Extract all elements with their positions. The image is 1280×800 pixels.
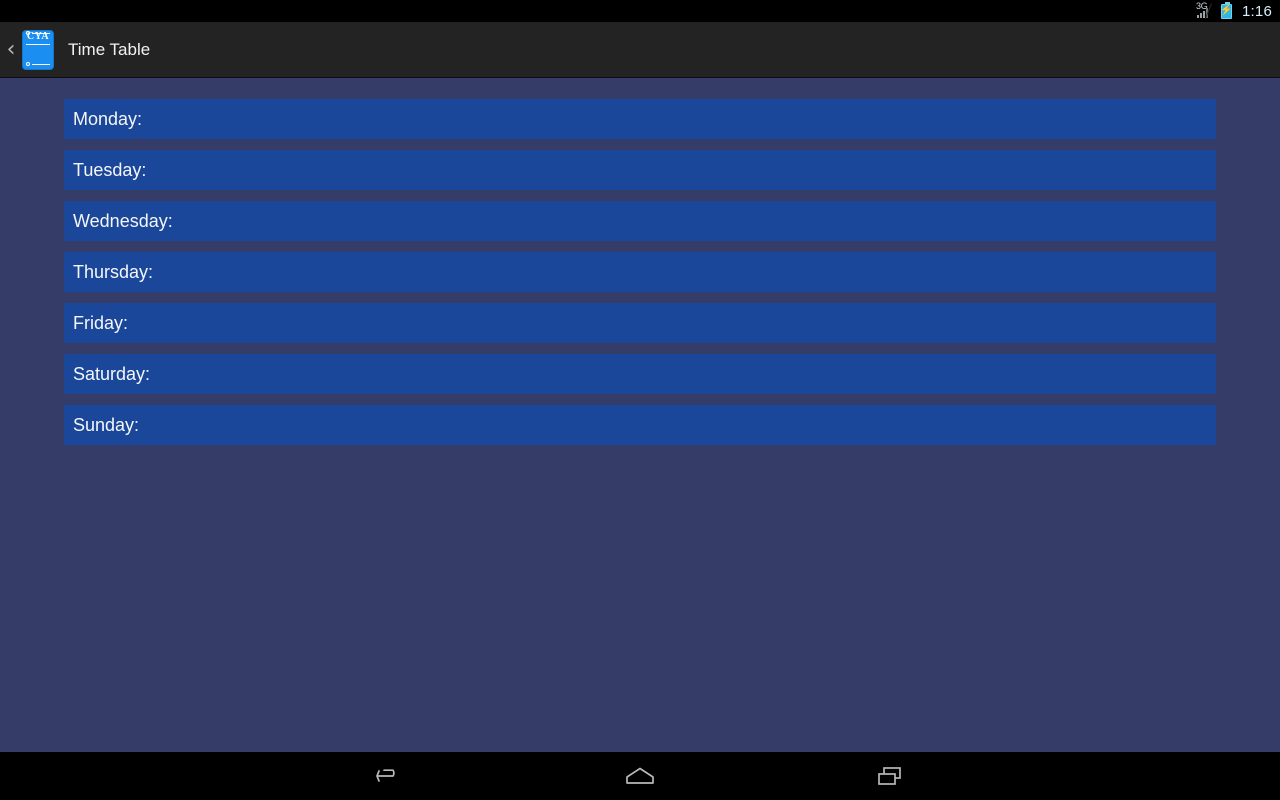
- list-item-sunday[interactable]: Sunday:: [64, 405, 1216, 445]
- day-label: Friday:: [73, 312, 129, 333]
- status-bar: 3G ⚡ 1:16: [0, 0, 1280, 22]
- time-table-app-icon[interactable]: CYA: [22, 29, 54, 70]
- day-list: Monday: Tuesday: Wednesday: Thursday: Fr…: [64, 99, 1216, 445]
- page-title: Time Table: [68, 39, 151, 59]
- day-label: Saturday:: [73, 363, 151, 384]
- list-item-friday[interactable]: Friday:: [64, 303, 1216, 343]
- app-icon-divider: [26, 43, 50, 45]
- status-bar-clock: 1:16: [1242, 2, 1272, 20]
- signal-bars-icon: 3G: [1196, 2, 1216, 19]
- app-icon-bullet: [26, 62, 30, 66]
- list-item-wednesday[interactable]: Wednesday:: [64, 201, 1216, 241]
- charging-bolt-icon: ⚡: [1220, 5, 1233, 16]
- android-screen: 3G ⚡ 1:16 ‹ CYA Time Table Monday: Tuesd…: [0, 0, 1280, 800]
- app-icon-checklist-row: [26, 31, 50, 36]
- status-bar-icons: 3G ⚡ 1:16: [1196, 1, 1272, 20]
- list-item-tuesday[interactable]: Tuesday:: [64, 150, 1216, 190]
- home-icon[interactable]: [605, 752, 675, 800]
- day-label: Sunday:: [73, 414, 140, 435]
- back-chevron-icon[interactable]: ‹: [0, 22, 22, 78]
- app-icon-line: [32, 32, 50, 34]
- recent-apps-icon[interactable]: [855, 752, 925, 800]
- day-label: Tuesday:: [73, 159, 147, 180]
- app-icon-checklist-row: [26, 62, 50, 67]
- list-item-thursday[interactable]: Thursday:: [64, 252, 1216, 292]
- content-area: Monday: Tuesday: Wednesday: Thursday: Fr…: [0, 78, 1280, 752]
- app-icon-line: [32, 63, 50, 65]
- navigation-bar: [0, 752, 1280, 800]
- list-item-saturday[interactable]: Saturday:: [64, 354, 1216, 394]
- app-icon-bullet: [26, 31, 30, 35]
- day-label: Wednesday:: [73, 210, 173, 231]
- day-label: Monday:: [73, 108, 143, 129]
- action-bar: ‹ CYA Time Table: [0, 22, 1280, 78]
- back-icon[interactable]: [355, 752, 425, 800]
- list-item-monday[interactable]: Monday:: [64, 99, 1216, 139]
- day-label: Thursday:: [73, 261, 154, 282]
- battery-charging-icon: ⚡: [1220, 1, 1233, 19]
